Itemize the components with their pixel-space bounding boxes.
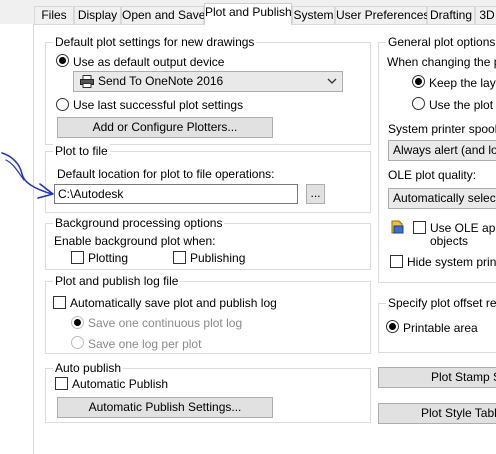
automatic-publish-label: Automatic Publish	[72, 377, 169, 391]
use-default-device-radio[interactable]	[56, 54, 69, 67]
browse-location-button[interactable]: ...	[306, 184, 325, 204]
keep-layout-label: Keep the layou	[429, 76, 496, 90]
tab-user-preferences[interactable]: User Preferences	[335, 6, 429, 24]
auto-save-log-checkbox[interactable]	[53, 296, 66, 309]
plot-to-file-location-input[interactable]: C:\Autodesk	[54, 184, 298, 204]
group-title-offset: Specify plot offset relati	[386, 296, 496, 310]
spool-alert-dropdown[interactable]: Always alert (and log e	[388, 140, 496, 161]
ole-application-icon	[390, 219, 406, 235]
tab-plot-and-publish[interactable]: Plot and Publish	[204, 3, 292, 25]
hand-drawn-arrow-icon	[1, 152, 54, 199]
automatic-publish-checkbox[interactable]	[55, 377, 68, 390]
tab-3d[interactable]: 3D	[475, 6, 496, 24]
enable-background-plot-label: Enable background plot when:	[54, 234, 216, 248]
tab-drafting[interactable]: Drafting	[427, 6, 475, 24]
group-title-general: General plot options	[386, 35, 496, 49]
chevron-down-icon	[327, 72, 337, 91]
background-publishing-checkbox[interactable]	[173, 251, 186, 264]
automatic-publish-settings-button[interactable]: Automatic Publish Settings...	[57, 397, 273, 418]
options-tab-strip: Files Display Open and Save Plot and Pub…	[0, 0, 496, 25]
background-publishing-label: Publishing	[190, 251, 246, 265]
one-continuous-log-label: Save one continuous plot log	[88, 316, 243, 330]
use-ole-application-label-objects: objects	[430, 234, 469, 248]
use-ole-application-label: Use OLE appl	[430, 221, 496, 235]
use-last-successful-radio[interactable]	[56, 98, 69, 111]
hide-system-printer-label: Hide system printer	[407, 255, 496, 269]
background-plotting-label: Plotting	[88, 251, 129, 265]
tab-open-and-save[interactable]: Open and Save	[121, 6, 205, 24]
printable-area-radio[interactable]	[386, 320, 399, 333]
plot-to-file-location-label: Default location for plot to file operat…	[57, 167, 275, 181]
one-continuous-log-radio[interactable]	[71, 316, 84, 329]
group-title-background: Background processing options	[53, 216, 225, 230]
one-log-per-plot-label: Save one log per plot	[88, 337, 202, 351]
use-default-device-label: Use as default output device	[73, 55, 225, 69]
auto-save-log-label: Automatically save plot and publish log	[70, 296, 277, 310]
when-changing-label: When changing the plo	[387, 55, 496, 69]
group-title-auto-publish: Auto publish	[53, 361, 124, 375]
group-title-default-plot: Default plot settings for new drawings	[53, 35, 257, 49]
keep-layout-radio[interactable]	[412, 75, 425, 88]
output-device-dropdown[interactable]: Send To OneNote 2016	[73, 71, 343, 92]
background-plotting-checkbox[interactable]	[71, 251, 84, 264]
printable-area-label: Printable area	[403, 321, 478, 335]
hide-system-printer-checkbox[interactable]	[390, 255, 403, 268]
group-title-plot-to-file: Plot to file	[53, 144, 110, 158]
use-plot-device-label: Use the plot d	[429, 98, 496, 112]
tab-display[interactable]: Display	[74, 6, 121, 24]
tab-system[interactable]: System	[292, 6, 335, 24]
output-device-value: Send To OneNote 2016	[98, 74, 224, 88]
use-plot-device-radio[interactable]	[412, 97, 425, 110]
use-ole-application-checkbox[interactable]	[413, 221, 426, 234]
plot-style-table-button[interactable]: Plot Style Table	[378, 403, 496, 424]
ole-quality-label: OLE plot quality:	[388, 168, 477, 182]
add-configure-plotters-button[interactable]: Add or Configure Plotters...	[57, 117, 273, 138]
plot-stamp-settings-button[interactable]: Plot Stamp Se	[378, 367, 496, 388]
one-log-per-plot-radio[interactable]	[71, 336, 84, 349]
printer-icon	[80, 75, 94, 88]
group-title-log-file: Plot and publish log file	[53, 274, 181, 288]
use-last-successful-label: Use last successful plot settings	[73, 98, 244, 112]
tab-files[interactable]: Files	[34, 6, 74, 24]
spool-alert-label: System printer spool ale	[388, 122, 496, 136]
ole-quality-dropdown[interactable]: Automatically select	[388, 188, 496, 209]
